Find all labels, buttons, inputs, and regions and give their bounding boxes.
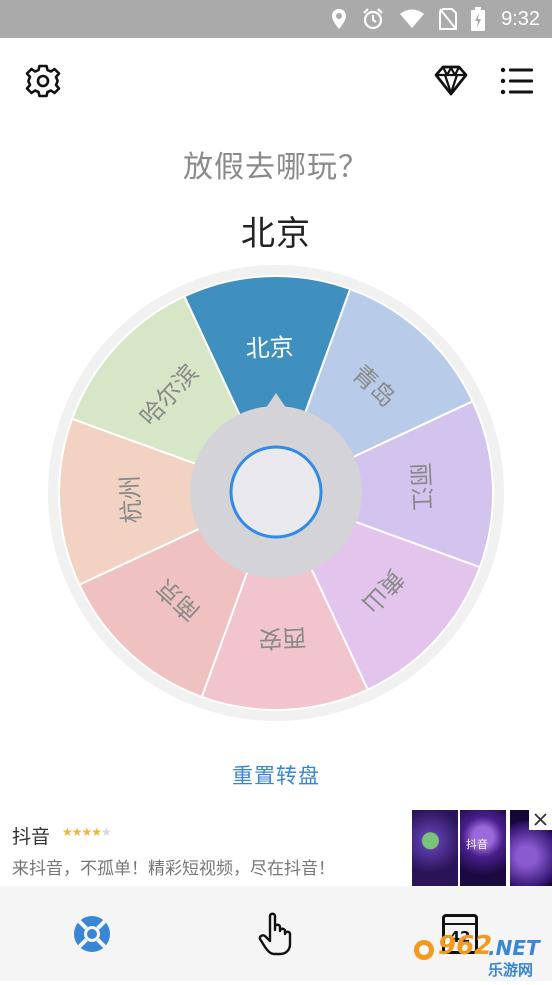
tap-hand-icon — [258, 912, 292, 956]
reset-wheel-button[interactable]: 重置转盘 — [0, 760, 552, 790]
wheel-segment-label: 杭州 — [116, 475, 146, 524]
ad-rating-stars: ★★★★★ — [62, 825, 112, 839]
ad-thumbnail-2: 抖音 — [460, 810, 506, 887]
watermark-brand: 962 — [438, 931, 493, 961]
ad-close-button[interactable] — [529, 810, 552, 830]
watermark-sub: 乐游网 — [488, 961, 534, 979]
ad-banner[interactable]: 抖音 ★★★★★ 来抖音，不孤单！精彩短视频，尽在抖音！ 抖音 — [0, 810, 552, 887]
nav-tap-button[interactable] — [256, 910, 296, 958]
site-watermark: 962 .NET 乐游网 — [412, 930, 552, 981]
wheel-segment-label: 北京 — [245, 333, 294, 363]
nav-lifebuoy-button[interactable] — [72, 914, 112, 954]
ad-app-name: 抖音 — [12, 826, 51, 848]
ad-thumbnail-caption: 抖音 — [466, 838, 488, 851]
wheel-segment-label: 丽江 — [406, 462, 436, 511]
close-icon — [534, 813, 547, 826]
wheel-segment-label: 西安 — [258, 623, 307, 653]
watermark-suffix: .NET — [488, 936, 540, 960]
ad-description: 来抖音，不孤单！精彩短视频，尽在抖音！ — [12, 859, 335, 879]
lifebuoy-icon — [74, 916, 110, 952]
spin-button[interactable] — [229, 445, 323, 539]
ad-thumbnail-1 — [412, 810, 458, 887]
counter-box-icon — [445, 917, 475, 925]
